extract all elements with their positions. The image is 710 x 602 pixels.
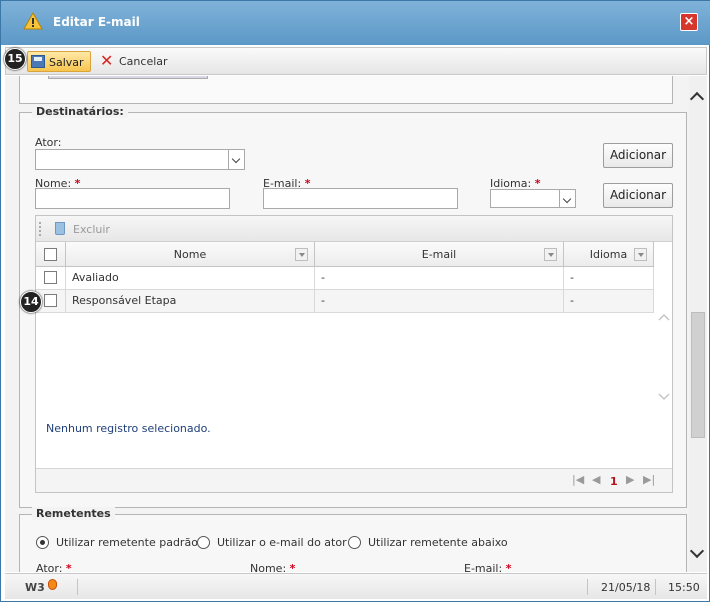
step-badge-row: 14 bbox=[20, 291, 42, 313]
chevron-down-icon bbox=[228, 150, 244, 169]
senders-panel: Remetentes Utilizar remetente padrão Uti… bbox=[19, 507, 687, 572]
title-bar: Editar E-mail × bbox=[1, 1, 710, 45]
logo-flame-icon bbox=[48, 579, 57, 590]
cell-email: - bbox=[315, 290, 564, 312]
cell-email: - bbox=[315, 267, 564, 289]
option-sender-below: Utilizar remetente abaixo bbox=[368, 536, 508, 549]
warning-icon bbox=[23, 12, 43, 30]
name-input[interactable] bbox=[35, 188, 230, 209]
cancel-button[interactable]: ✕ Cancelar bbox=[100, 51, 170, 72]
grid-toolbar: Excluir bbox=[36, 216, 672, 242]
column-menu-icon[interactable] bbox=[295, 248, 308, 261]
status-bar: W3 21/05/18 15:50 bbox=[5, 573, 707, 599]
status-time: 15:50 bbox=[668, 581, 700, 594]
email-input[interactable] bbox=[263, 188, 458, 209]
save-button[interactable]: Salvar bbox=[27, 51, 91, 72]
cancel-x-icon: ✕ bbox=[100, 51, 114, 70]
language-select[interactable] bbox=[490, 189, 576, 208]
floppy-disk-icon bbox=[31, 55, 45, 68]
cell-name: Responsável Etapa bbox=[66, 290, 315, 312]
grid-header: Nome E-mail Idioma bbox=[36, 242, 654, 267]
radio-default-sender[interactable] bbox=[36, 536, 49, 549]
next-page-icon[interactable]: ▶ bbox=[626, 473, 634, 486]
cell-name: Avaliado bbox=[66, 267, 315, 289]
table-row[interactable]: Avaliado - - bbox=[36, 267, 654, 290]
selection-status: Nenhum registro selecionado. bbox=[46, 422, 211, 435]
radio-actor-email[interactable] bbox=[197, 536, 210, 549]
column-header-email[interactable]: E-mail bbox=[315, 242, 564, 267]
sender-actor-label: Ator: * bbox=[36, 562, 72, 572]
pager: |◀ ◀ 1 ▶ ▶| bbox=[36, 468, 672, 492]
select-all-cell bbox=[36, 242, 66, 267]
scrollbar-thumb[interactable] bbox=[691, 312, 705, 438]
w3-logo: W3 bbox=[25, 581, 45, 594]
close-button[interactable]: × bbox=[680, 13, 698, 31]
scroll-up-icon[interactable] bbox=[689, 91, 705, 107]
scroll-down-icon[interactable] bbox=[689, 543, 705, 559]
step-badge-save: 15 bbox=[4, 48, 26, 70]
dialog-content: Destinatários: Ator: Adicionar Nome: * E… bbox=[5, 76, 689, 572]
chevron-up-icon[interactable] bbox=[658, 312, 670, 322]
column-menu-icon[interactable] bbox=[544, 248, 557, 261]
delete-button[interactable]: Excluir bbox=[73, 223, 110, 236]
add-recipient-button[interactable]: Adicionar bbox=[603, 183, 673, 208]
cell-language: - bbox=[564, 290, 654, 312]
row-select-cell bbox=[36, 267, 66, 289]
table-row[interactable]: Responsável Etapa - - bbox=[36, 290, 654, 313]
add-actor-button[interactable]: Adicionar bbox=[603, 143, 673, 168]
edit-email-window: Editar E-mail × Salvar ✕ Cancelar 15 Des… bbox=[0, 0, 710, 602]
status-date: 21/05/18 bbox=[601, 581, 651, 594]
senders-legend: Remetentes bbox=[32, 507, 115, 520]
status-separator bbox=[77, 579, 78, 595]
row-checkbox[interactable] bbox=[44, 271, 57, 284]
actor-label: Ator: bbox=[35, 136, 62, 149]
select-all-checkbox[interactable] bbox=[44, 248, 57, 261]
column-menu-icon[interactable] bbox=[634, 248, 647, 261]
chevron-down-icon bbox=[559, 190, 575, 207]
toolbar: Salvar ✕ Cancelar bbox=[5, 47, 707, 75]
dialog-scrollbar[interactable] bbox=[689, 76, 707, 572]
close-icon: × bbox=[683, 14, 695, 29]
first-page-icon[interactable]: |◀ bbox=[572, 473, 584, 486]
previous-section-panel bbox=[19, 76, 673, 104]
option-default-sender: Utilizar remetente padrão bbox=[56, 536, 198, 549]
cancel-label: Cancelar bbox=[119, 55, 168, 68]
last-page-icon[interactable]: ▶| bbox=[643, 473, 655, 486]
save-label: Salvar bbox=[49, 56, 84, 69]
recipients-legend: Destinatários: bbox=[32, 105, 128, 118]
window-title: Editar E-mail bbox=[53, 15, 140, 29]
row-checkbox[interactable] bbox=[44, 294, 57, 307]
status-separator bbox=[587, 579, 588, 595]
toolbar-grip-icon bbox=[39, 222, 41, 236]
page-number[interactable]: 1 bbox=[610, 475, 618, 488]
recipients-grid: Excluir Nome E-mail Idioma Avaliado - - … bbox=[35, 215, 673, 493]
sender-name-label: Nome: * bbox=[250, 562, 296, 572]
chevron-down-icon[interactable] bbox=[658, 392, 670, 402]
sender-email-label: E-mail: * bbox=[464, 562, 512, 572]
column-header-language[interactable]: Idioma bbox=[564, 242, 654, 267]
trash-icon bbox=[55, 222, 65, 235]
actor-select[interactable] bbox=[35, 149, 245, 170]
option-actor-email: Utilizar o e-mail do ator bbox=[217, 536, 347, 549]
column-header-name[interactable]: Nome bbox=[66, 242, 315, 267]
status-separator bbox=[655, 579, 656, 595]
previous-section-tab bbox=[48, 76, 208, 79]
prev-page-icon[interactable]: ◀ bbox=[592, 473, 600, 486]
cell-language: - bbox=[564, 267, 654, 289]
radio-sender-below[interactable] bbox=[348, 536, 361, 549]
